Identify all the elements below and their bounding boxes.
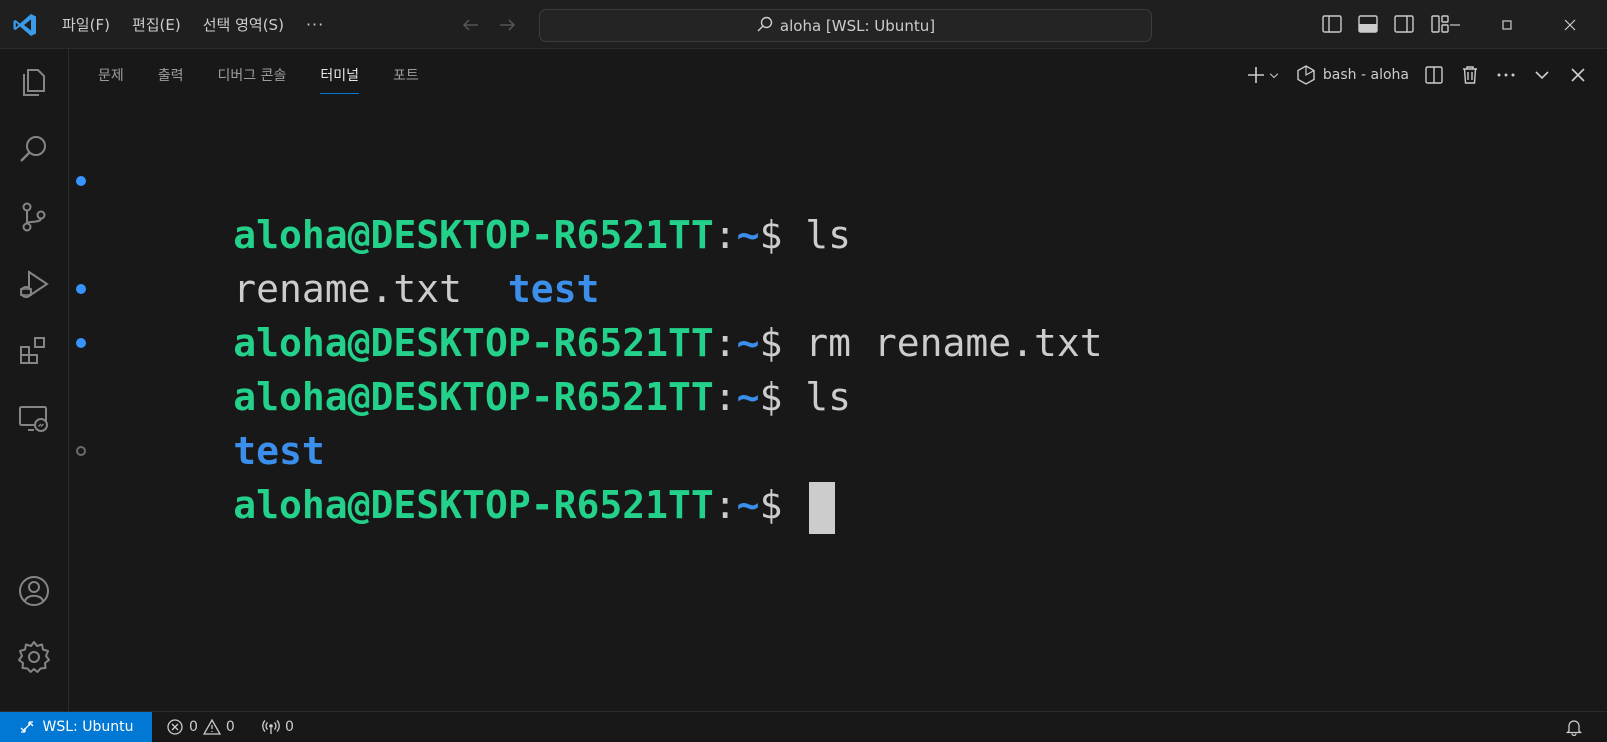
tab-debug-console[interactable]: 디버그 콘솔 — [218, 65, 287, 94]
terminal-output[interactable]: aloha@DESKTOP-R6521TT:~$ ls rename.txt t… — [70, 154, 1560, 534]
terminal-shell-icon — [1297, 65, 1315, 85]
chevron-down-icon — [1269, 73, 1279, 79]
command-pending-decoration-icon — [76, 446, 86, 456]
menu-bar: 파일(F) 편집(E) 선택 영역(S) ··· — [62, 0, 346, 49]
remote-indicator[interactable]: WSL: Ubuntu — [0, 712, 152, 742]
more-actions-icon[interactable] — [1495, 64, 1517, 86]
menu-edit[interactable]: 편집(E) — [132, 14, 181, 35]
ports-status[interactable]: 0 — [262, 712, 294, 742]
remote-label: WSL: Ubuntu — [42, 719, 134, 735]
toggle-secondary-sidebar-icon[interactable] — [1392, 12, 1416, 40]
terminal-cursor — [809, 481, 836, 534]
status-bar: WSL: Ubuntu 0 0 0 — [0, 711, 1607, 742]
accounts-icon[interactable] — [16, 573, 52, 609]
back-arrow-icon[interactable] — [460, 14, 482, 40]
tab-terminal[interactable]: 터미널 — [320, 65, 360, 94]
split-terminal-icon[interactable] — [1423, 64, 1445, 86]
command-success-decoration-icon[interactable] — [76, 284, 86, 294]
warning-count: 0 — [225, 719, 235, 735]
trash-icon[interactable] — [1459, 64, 1481, 86]
remote-explorer-icon[interactable] — [16, 401, 52, 437]
activity-bar — [0, 49, 69, 711]
maximize-icon[interactable] — [1482, 0, 1532, 49]
menu-more[interactable]: ··· — [306, 15, 324, 34]
run-debug-icon[interactable] — [16, 267, 52, 303]
toggle-panel-icon[interactable] — [1356, 12, 1380, 40]
command-success-decoration-icon[interactable] — [76, 176, 86, 186]
terminal-line: aloha@DESKTOP-R6521TT:~$ rm rename.txt — [70, 262, 1560, 365]
extensions-icon[interactable] — [16, 333, 52, 369]
manage-gear-icon[interactable] — [16, 639, 52, 675]
terminal-line: test — [233, 429, 325, 473]
search-icon[interactable] — [16, 131, 52, 167]
plus-icon — [1247, 67, 1264, 83]
menu-file[interactable]: 파일(F) — [62, 14, 110, 35]
problems-status[interactable]: 0 0 — [166, 712, 235, 742]
notifications-bell-icon[interactable] — [1565, 712, 1583, 742]
panel-tabs: 문제 출력 디버그 콘솔 터미널 포트 — [98, 65, 453, 94]
minimize-icon[interactable] — [1430, 0, 1480, 49]
close-panel-icon[interactable] — [1567, 64, 1589, 86]
search-icon — [756, 15, 780, 37]
maximize-panel-chevron-icon[interactable] — [1531, 64, 1553, 86]
error-icon — [167, 719, 183, 735]
tab-problems[interactable]: 문제 — [98, 65, 124, 94]
terminal-line: aloha@DESKTOP-R6521TT:~$ ls — [70, 154, 1560, 257]
new-terminal-button[interactable] — [1245, 64, 1281, 86]
command-center-label: aloha [WSL: Ubuntu] — [779, 16, 936, 35]
vscode-logo-icon — [12, 12, 38, 38]
panel: 문제 출력 디버그 콘솔 터미널 포트 bash - aloha aloha@D… — [70, 49, 1607, 711]
error-count: 0 — [189, 719, 198, 735]
title-bar: 파일(F) 편집(E) 선택 영역(S) ··· aloha [WSL: Ubu… — [0, 0, 1607, 49]
forward-arrow-icon[interactable] — [496, 14, 518, 40]
terminal-line: aloha@DESKTOP-R6521TT:~$ ls — [70, 316, 1560, 419]
command-success-decoration-icon[interactable] — [76, 338, 86, 348]
explorer-icon[interactable] — [16, 63, 52, 99]
terminal-line: rename.txt test — [233, 267, 600, 311]
menu-selection[interactable]: 선택 영역(S) — [203, 14, 284, 35]
terminal-name: bash - aloha — [1322, 67, 1409, 83]
warning-icon — [202, 718, 221, 735]
close-window-icon[interactable] — [1545, 0, 1595, 49]
tab-ports[interactable]: 포트 — [393, 65, 419, 94]
source-control-icon[interactable] — [16, 199, 52, 235]
tab-output[interactable]: 출력 — [158, 65, 184, 94]
panel-actions: bash - aloha — [1231, 61, 1607, 89]
toggle-primary-sidebar-icon[interactable] — [1320, 12, 1344, 40]
terminal-selector[interactable]: bash - aloha — [1295, 64, 1409, 86]
ports-count: 0 — [285, 719, 294, 735]
terminal-line: aloha@DESKTOP-R6521TT:~$ — [70, 424, 1560, 534]
remote-icon — [20, 721, 33, 733]
broadcast-icon — [262, 720, 280, 734]
command-center[interactable]: aloha [WSL: Ubuntu] — [539, 9, 1152, 42]
